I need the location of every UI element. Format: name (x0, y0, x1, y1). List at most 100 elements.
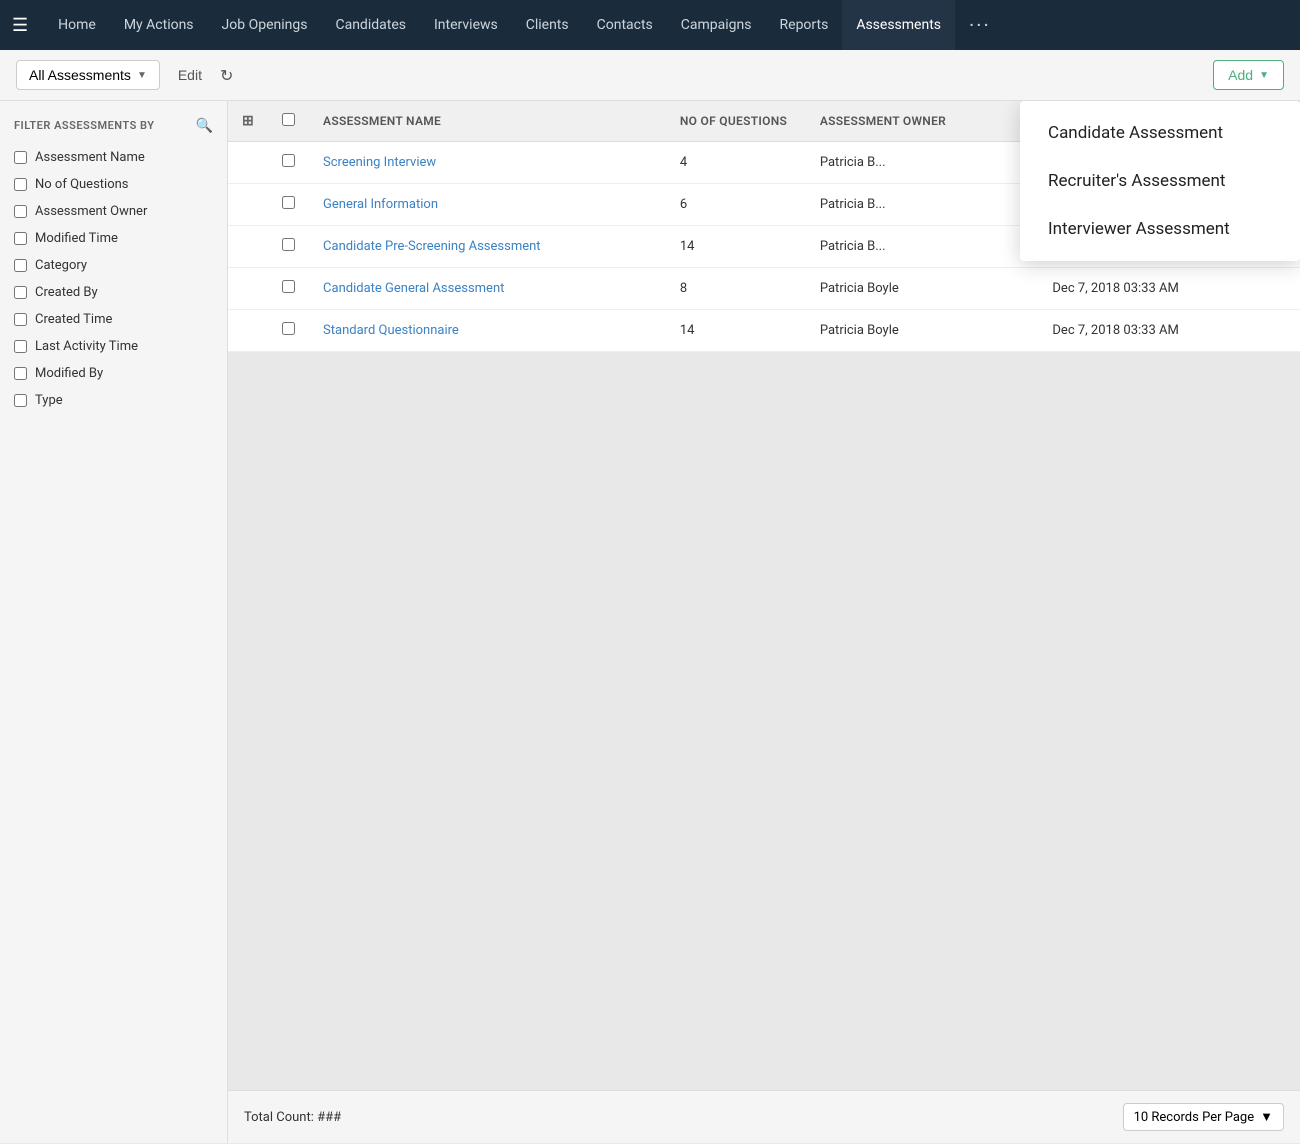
row-owner-4: Patricia Boyle (806, 310, 1039, 352)
filter-checkbox-2[interactable] (14, 205, 27, 218)
row-layout-4 (228, 310, 268, 352)
header-assessment-owner: Assessment Owner (806, 101, 1039, 142)
refresh-icon[interactable]: ↻ (220, 66, 233, 85)
filter-item-7[interactable]: Last Activity Time (0, 333, 227, 360)
nav-more[interactable]: ··· (955, 0, 1005, 50)
filter-item-1[interactable]: No of Questions (0, 171, 227, 198)
row-name-3: Candidate General Assessment (309, 268, 666, 310)
header-assessment-name: Assessment Name (309, 101, 666, 142)
assessment-link-3[interactable]: Candidate General Assessment (323, 281, 504, 296)
header-select-all (268, 101, 309, 142)
row-checkbox-0[interactable] (282, 154, 295, 167)
per-page-dropdown[interactable]: 10 Records Per Page ▼ (1123, 1103, 1284, 1131)
row-checkbox-cell-4 (268, 310, 309, 352)
filter-item-label-1: No of Questions (35, 177, 129, 192)
add-button[interactable]: Add ▼ (1213, 60, 1284, 90)
row-owner-1: Patricia B... (806, 184, 1039, 226)
row-name-2: Candidate Pre-Screening Assessment (309, 226, 666, 268)
row-layout-0 (228, 142, 268, 184)
row-questions-2: 14 (666, 226, 806, 268)
layout-icon[interactable]: ⊞ (242, 113, 254, 129)
row-questions-4: 14 (666, 310, 806, 352)
row-checkbox-3[interactable] (282, 280, 295, 293)
filter-item-9[interactable]: Type (0, 387, 227, 414)
row-layout-3 (228, 268, 268, 310)
per-page-arrow-icon: ▼ (1260, 1109, 1273, 1125)
row-checkbox-4[interactable] (282, 322, 295, 335)
row-name-0: Screening Interview (309, 142, 666, 184)
row-checkbox-2[interactable] (282, 238, 295, 251)
per-page-label: 10 Records Per Page (1134, 1110, 1255, 1125)
add-button-label: Add (1228, 67, 1253, 83)
assessment-link-0[interactable]: Screening Interview (323, 155, 436, 170)
row-name-4: Standard Questionnaire (309, 310, 666, 352)
row-checkbox-1[interactable] (282, 196, 295, 209)
filter-item-label-7: Last Activity Time (35, 339, 138, 354)
nav-home[interactable]: Home (44, 0, 110, 50)
row-questions-1: 6 (666, 184, 806, 226)
filter-checkbox-3[interactable] (14, 232, 27, 245)
nav-candidates[interactable]: Candidates (321, 0, 420, 50)
filter-checkbox-1[interactable] (14, 178, 27, 191)
row-time-4: Dec 7, 2018 03:33 AM (1038, 310, 1300, 352)
toolbar: All Assessments ▼ Edit ↻ Add ▼ (0, 50, 1300, 101)
filter-checkbox-7[interactable] (14, 340, 27, 353)
filter-label: FILTER ASSESSMENTS BY (14, 119, 155, 132)
nav-assessments[interactable]: Assessments (842, 0, 955, 50)
filter-checkbox-8[interactable] (14, 367, 27, 380)
filter-item-0[interactable]: Assessment Name (0, 144, 227, 171)
nav-campaigns[interactable]: Campaigns (667, 0, 766, 50)
filter-item-8[interactable]: Modified By (0, 360, 227, 387)
total-count-label: Total Count: ### (244, 1110, 341, 1125)
view-dropdown-arrow-icon: ▼ (137, 70, 147, 81)
row-checkbox-cell-0 (268, 142, 309, 184)
filter-checkbox-4[interactable] (14, 259, 27, 272)
table-row: Candidate General Assessment 8 Patricia … (228, 268, 1300, 310)
filter-item-6[interactable]: Created Time (0, 306, 227, 333)
filter-search-icon[interactable]: 🔍 (196, 117, 213, 134)
filter-checkbox-6[interactable] (14, 313, 27, 326)
row-owner-2: Patricia B... (806, 226, 1039, 268)
row-checkbox-cell-3 (268, 268, 309, 310)
filter-items: Assessment Name No of Questions Assessme… (0, 144, 227, 414)
row-checkbox-cell-1 (268, 184, 309, 226)
view-dropdown-label: All Assessments (29, 67, 131, 83)
assessment-link-1[interactable]: General Information (323, 197, 438, 212)
nav-clients[interactable]: Clients (512, 0, 583, 50)
nav-my-actions[interactable]: My Actions (110, 0, 208, 50)
table-footer: Total Count: ### 10 Records Per Page ▼ (228, 1090, 1300, 1143)
main-nav: ☰ Home My Actions Job Openings Candidate… (0, 0, 1300, 50)
filter-checkbox-0[interactable] (14, 151, 27, 164)
nav-job-openings[interactable]: Job Openings (208, 0, 322, 50)
header-no-of-questions: No of Questions (666, 101, 806, 142)
filter-checkbox-5[interactable] (14, 286, 27, 299)
filter-item-2[interactable]: Assessment Owner (0, 198, 227, 225)
filter-item-label-5: Created By (35, 285, 98, 300)
row-layout-1 (228, 184, 268, 226)
nav-interviews[interactable]: Interviews (420, 0, 512, 50)
add-dropdown-arrow-icon: ▼ (1259, 70, 1269, 81)
edit-button[interactable]: Edit (170, 63, 210, 87)
dropdown-menu-item-2[interactable]: Interviewer Assessment (1020, 205, 1300, 253)
assessment-link-2[interactable]: Candidate Pre-Screening Assessment (323, 239, 541, 254)
view-dropdown-button[interactable]: All Assessments ▼ (16, 60, 160, 90)
content-area: ⊞ Assessment Name No of Questions Assess… (228, 101, 1300, 1143)
dropdown-menu-item-0[interactable]: Candidate Assessment (1020, 109, 1300, 157)
hamburger-icon[interactable]: ☰ (12, 15, 28, 36)
table-row: Standard Questionnaire 14 Patricia Boyle… (228, 310, 1300, 352)
nav-reports[interactable]: Reports (766, 0, 843, 50)
filter-checkbox-9[interactable] (14, 394, 27, 407)
nav-contacts[interactable]: Contacts (583, 0, 667, 50)
filter-item-label-0: Assessment Name (35, 150, 145, 165)
row-owner-0: Patricia B... (806, 142, 1039, 184)
filter-item-3[interactable]: Modified Time (0, 225, 227, 252)
add-dropdown-menu: Candidate AssessmentRecruiter's Assessme… (1020, 101, 1300, 261)
assessment-link-4[interactable]: Standard Questionnaire (323, 323, 459, 338)
filter-item-label-8: Modified By (35, 366, 103, 381)
dropdown-menu-item-1[interactable]: Recruiter's Assessment (1020, 157, 1300, 205)
select-all-checkbox[interactable] (282, 113, 295, 126)
row-checkbox-cell-2 (268, 226, 309, 268)
filter-item-5[interactable]: Created By (0, 279, 227, 306)
filter-item-label-2: Assessment Owner (35, 204, 147, 219)
filter-item-4[interactable]: Category (0, 252, 227, 279)
